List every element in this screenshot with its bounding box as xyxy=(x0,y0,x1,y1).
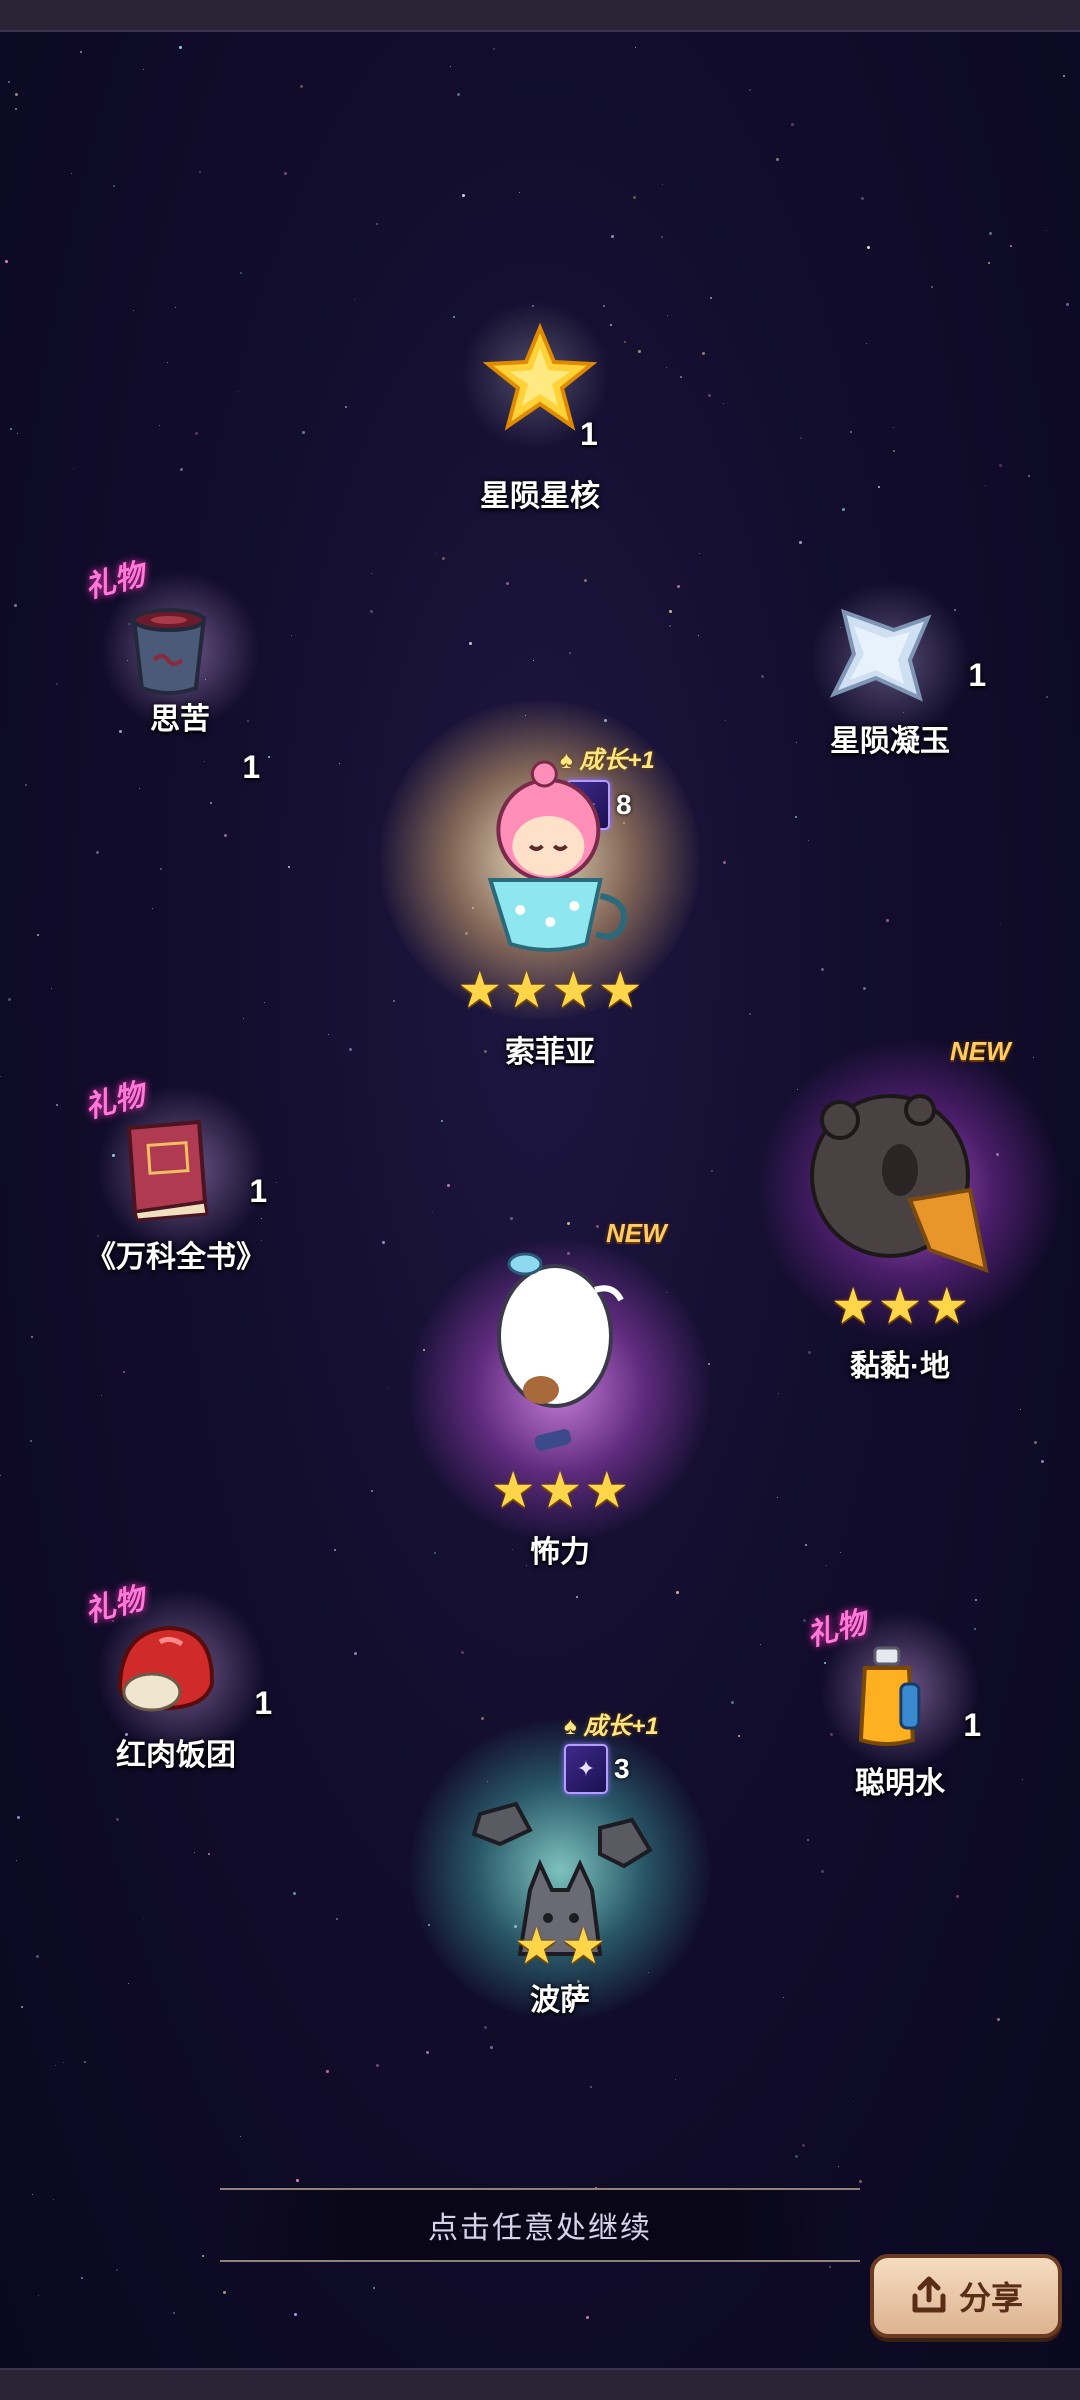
reward-item-smart-water[interactable]: 1 聪明水 xyxy=(849,1644,981,1802)
item-count: 1 xyxy=(580,416,598,452)
item-label: 星陨星核 xyxy=(480,480,600,513)
cup-icon xyxy=(131,608,207,695)
reward-character-bosa[interactable]: ★ ★ 波萨 xyxy=(460,1794,660,2019)
share-button[interactable]: 分享 xyxy=(870,2254,1062,2338)
item-count: 1 xyxy=(254,1685,273,1721)
character-name: 黏黏·地 xyxy=(850,1350,950,1383)
item-label: 《万科全书》 xyxy=(86,1241,266,1274)
character-name: 索菲亚 xyxy=(505,1036,595,1069)
star-rating: ★ ★ ★ xyxy=(485,1465,635,1515)
character-name: 怖力 xyxy=(530,1536,590,1569)
item-label: 思苦 xyxy=(150,703,210,736)
item-label: 聪明水 xyxy=(855,1767,945,1800)
star-icon: ★ xyxy=(597,962,643,1018)
continue-text: 点击任意处继续 xyxy=(428,2212,652,2245)
star-icon: ★ xyxy=(514,1918,559,1974)
star-icon: ★ xyxy=(551,962,596,1018)
new-tag: NEW xyxy=(606,1218,667,1248)
star-rating: ★ ★ xyxy=(460,1921,660,1971)
item-label: 星陨凝玉 xyxy=(830,725,950,758)
reward-item-star-core[interactable]: 1 星陨星核 xyxy=(480,320,600,515)
rice-ball-icon xyxy=(117,1625,214,1712)
reward-character-sofia[interactable]: ★ ★ ★ ★ 索菲亚 xyxy=(457,760,643,1071)
star-rating: ★ ★ ★ xyxy=(800,1281,1000,1331)
reward-character-yili[interactable]: ★ ★ ★ 怖力 xyxy=(485,1250,635,1571)
new-tag: NEW xyxy=(950,1036,1011,1066)
potion-bottle-icon xyxy=(858,1646,921,1746)
star-icon: ★ xyxy=(830,1278,876,1334)
growth-tag: ♠ 成长+1 xyxy=(564,1713,659,1740)
book-icon xyxy=(126,1119,209,1222)
character-name: 波萨 xyxy=(530,1984,590,2017)
sofia-character-icon xyxy=(487,760,627,952)
share-icon xyxy=(912,2276,946,2313)
item-count: 1 xyxy=(249,1173,268,1209)
reward-item-sikhu[interactable]: 1 思苦 xyxy=(124,600,260,785)
star-icon: ★ xyxy=(490,1462,536,1518)
star-icon: ★ xyxy=(537,1462,583,1518)
sticky-character-icon xyxy=(810,1094,989,1274)
star-icon: ★ xyxy=(584,1462,630,1518)
item-count: 1 xyxy=(963,1707,982,1743)
star-icon: ★ xyxy=(504,962,549,1018)
gift-tag: 礼物 xyxy=(81,558,148,605)
star-rating: ★ ★ ★ ★ xyxy=(457,965,642,1015)
star-icon: ★ xyxy=(877,1278,923,1334)
card-icon: ✦ xyxy=(564,1744,608,1794)
item-label: 红肉饭团 xyxy=(116,1739,236,1772)
star-icon: ★ xyxy=(561,1918,606,1974)
item-count: 1 xyxy=(242,749,261,785)
crystal-star-icon xyxy=(829,608,932,702)
share-label: 分享 xyxy=(958,2280,1023,2316)
bottom-border xyxy=(0,2368,1080,2400)
reward-character-sticky[interactable]: ★ ★ ★ 黏黏·地 xyxy=(800,1080,1000,1385)
reward-item-encyclopedia[interactable]: 1 《万科全书》 xyxy=(86,1118,268,1276)
yili-character-icon xyxy=(497,1252,624,1451)
card-count-badge: ✦ 3 xyxy=(564,1744,630,1794)
item-count: 1 xyxy=(968,657,987,693)
star-icon: ★ xyxy=(924,1278,970,1334)
top-border xyxy=(0,0,1080,32)
reward-item-star-jade[interactable]: 1 星陨凝玉 xyxy=(824,604,986,760)
reward-item-red-rice-ball[interactable]: 1 红肉饭团 xyxy=(110,1620,272,1774)
continue-prompt[interactable]: 点击任意处继续 xyxy=(220,2188,860,2262)
star-icon: ★ xyxy=(457,962,503,1018)
